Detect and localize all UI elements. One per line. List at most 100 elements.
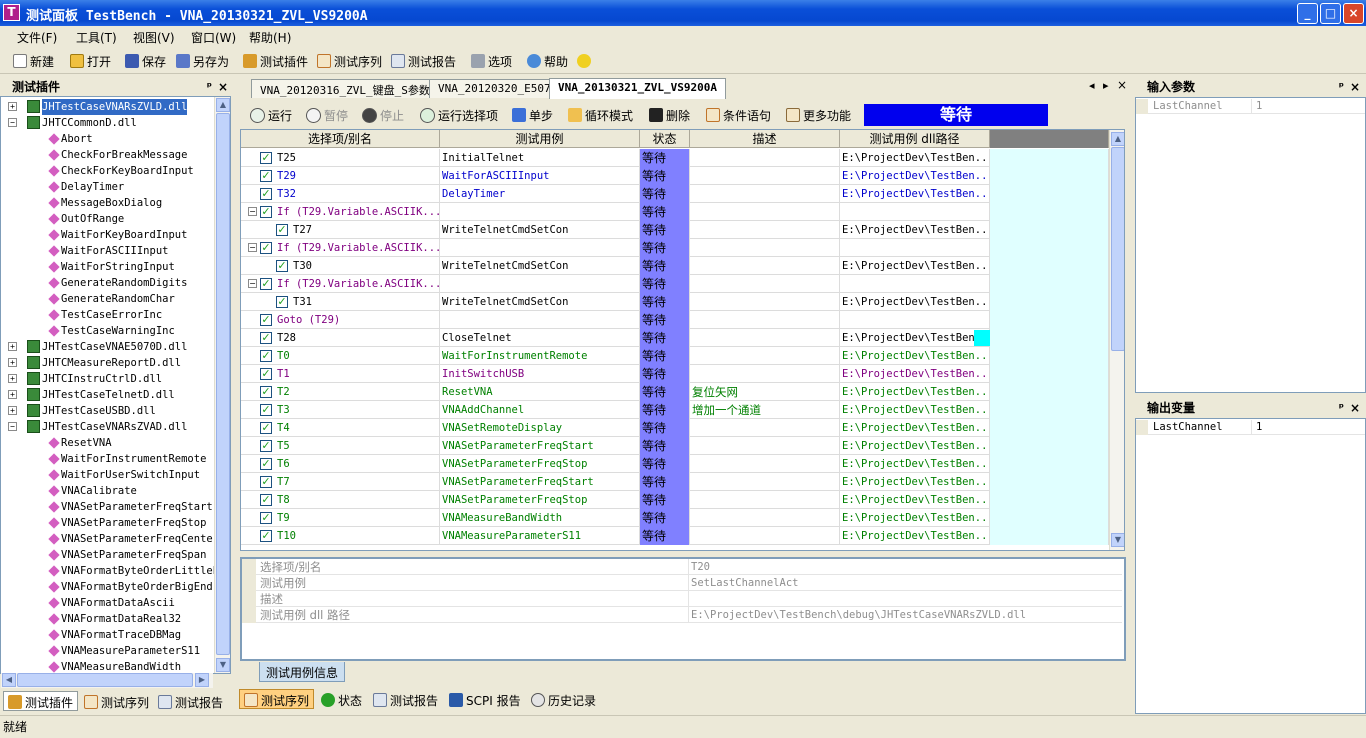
table-row[interactable]: ✓ T32 DelayTimer 等待 E:\ProjectDev\TestBen... (241, 185, 1109, 203)
doc-tab-3[interactable]: VNA_20130321_ZVL_VS9200A (549, 78, 726, 99)
close-button[interactable]: × (1343, 3, 1364, 24)
expand-icon[interactable]: + (8, 374, 17, 383)
row-checkbox[interactable]: ✓ (260, 332, 272, 344)
scroll-down-icon[interactable]: ▼ (216, 658, 230, 672)
grid-scroll-up-icon[interactable]: ▲ (1111, 132, 1124, 146)
tree-test-case-node[interactable]: VNAFormatByteOrderLittleE (1, 563, 219, 579)
tree-test-case-node[interactable]: TestCaseErrorInc (1, 307, 214, 323)
sequence-grid[interactable]: 选择项/别名 测试用例 状态 描述 测试用例 dll路径 ✓ T25 Initial… (240, 129, 1125, 551)
collapse-icon[interactable]: − (248, 243, 257, 252)
tree-test-case-node[interactable]: GenerateRandomChar (1, 291, 214, 307)
table-row[interactable]: ✓ T3 VNAAddChannel 等待 增加一个通道 E:\ProjectDev\Te… (241, 401, 1109, 419)
tree-test-case-node[interactable]: DelayTimer (1, 179, 214, 195)
loop-mode-button[interactable]: 循环模式 (568, 106, 633, 124)
test-plugin-button[interactable]: 测试插件 (243, 52, 308, 70)
tab-test-report-left[interactable]: 测试报告 (154, 691, 227, 711)
tree-test-case-node[interactable]: VNAMeasureParameterS11 (1, 643, 214, 659)
row-checkbox[interactable]: ✓ (260, 386, 272, 398)
run-button[interactable]: 运行 (250, 106, 292, 124)
grid-scroll-down-icon[interactable]: ▼ (1111, 533, 1124, 547)
tree-dll-node[interactable]: + JHTestCaseVNAE5070D.dll (1, 339, 214, 355)
column-test-case[interactable]: 测试用例 (440, 130, 640, 148)
tree-test-case-node[interactable]: VNAFormatTraceDBMag (1, 627, 214, 643)
open-button[interactable]: 打开 (70, 52, 111, 70)
table-row[interactable]: ✓ T31 WriteTelnetCmdSetCon 等待 E:\ProjectDev\… (241, 293, 1109, 311)
menu-help[interactable]: 帮助(H) (249, 29, 291, 46)
tree-test-case-node[interactable]: VNASetParameterFreqSpan (1, 547, 214, 563)
table-row[interactable]: ✓ T1 InitSwitchUSB 等待 E:\ProjectDev\TestBen.… (241, 365, 1109, 383)
table-row[interactable]: − ✓ If (T29.Variable.ASCIIK... 等待 (241, 239, 1109, 257)
expand-icon[interactable]: + (8, 358, 17, 367)
table-row[interactable]: ✓ T2 ResetVNA 等待 复位矢网 E:\ProjectDev\TestBen..… (241, 383, 1109, 401)
menu-tools[interactable]: 工具(T) (76, 29, 117, 46)
help-context-button[interactable] (577, 52, 594, 70)
table-row[interactable]: − ✓ If (T29.Variable.ASCIIK... 等待 (241, 203, 1109, 221)
menu-window[interactable]: 窗口(W) (191, 29, 236, 46)
table-row[interactable]: − ✓ If (T29.Variable.ASCIIK... 等待 (241, 275, 1109, 293)
new-button[interactable]: 新建 (13, 52, 54, 70)
plugin-tree[interactable]: + JHTestCaseVNARsZVLD.dll − JHTCCommonD.dll… (0, 96, 231, 674)
tree-dll-node[interactable]: − JHTestCaseVNARsZVAD.dll (1, 419, 214, 435)
run-selected-button[interactable]: 运行选择项 (420, 106, 498, 124)
table-row[interactable]: ✓ T4 VNASetRemoteDisplay 等待 E:\ProjectDev\Te… (241, 419, 1109, 437)
options-button[interactable]: 选项 (471, 52, 512, 70)
row-checkbox[interactable]: ✓ (276, 224, 288, 236)
h-scroll-thumb[interactable] (17, 673, 193, 687)
save-button[interactable]: 保存 (125, 52, 166, 70)
row-checkbox[interactable]: ✓ (276, 260, 288, 272)
single-step-button[interactable]: 单步 (512, 106, 553, 124)
pin-icon[interactable]: ᵖ (1339, 398, 1344, 418)
tree-test-case-node[interactable]: TestCaseWarningInc (1, 323, 214, 339)
tree-test-case-node[interactable]: WaitForKeyBoardInput (1, 227, 214, 243)
delete-button[interactable]: 删除 (649, 106, 690, 124)
test-sequence-button[interactable]: 测试序列 (317, 52, 382, 70)
row-checkbox[interactable]: ✓ (260, 458, 272, 470)
row-checkbox[interactable]: ✓ (260, 494, 272, 506)
menu-view[interactable]: 视图(V) (133, 29, 175, 46)
row-checkbox[interactable]: ✓ (260, 404, 272, 416)
tree-dll-node[interactable]: − JHTCCommonD.dll (1, 115, 214, 131)
expand-icon[interactable]: + (8, 390, 17, 399)
tab-close-icon[interactable]: × (1117, 78, 1127, 92)
grid-scroll-thumb[interactable] (1111, 147, 1124, 351)
pin-icon[interactable]: ᵖ (1339, 77, 1344, 97)
row-checkbox[interactable]: ✓ (260, 314, 272, 326)
grid-vertical-scrollbar[interactable]: ▲ ▼ (1109, 130, 1124, 550)
row-checkbox[interactable]: ✓ (260, 242, 272, 254)
tree-test-case-node[interactable]: VNAFormatByteOrderBigEnd (1, 579, 214, 595)
save-as-button[interactable]: 另存为 (176, 52, 229, 70)
column-alias[interactable]: 选择项/别名 (241, 130, 440, 148)
menu-file[interactable]: 文件(F) (17, 29, 57, 46)
tab-status[interactable]: 状态 (317, 689, 366, 709)
tab-next-icon[interactable]: ▸ (1103, 79, 1109, 92)
panel-close-icon[interactable]: × (218, 77, 228, 97)
table-row[interactable]: ✓ T8 VNASetParameterFreqStop 等待 E:\ProjectDe… (241, 491, 1109, 509)
panel-close-icon[interactable]: × (1350, 77, 1360, 97)
column-dll-path[interactable]: 测试用例 dll路径 (840, 130, 990, 148)
tab-test-sequence-left[interactable]: 测试序列 (80, 691, 153, 711)
tree-test-case-node[interactable]: VNAFormatDataAscii (1, 595, 214, 611)
scroll-right-icon[interactable]: ▶ (195, 673, 209, 687)
tab-prev-icon[interactable]: ◂ (1089, 79, 1095, 92)
tree-test-case-node[interactable]: CheckForBreakMessage (1, 147, 214, 163)
tab-test-plugin[interactable]: 测试插件 (3, 691, 79, 711)
scroll-left-icon[interactable]: ◀ (2, 673, 16, 687)
tab-scpi-report[interactable]: SCPI 报告 (445, 689, 525, 709)
tree-test-case-node[interactable]: GenerateRandomDigits (1, 275, 214, 291)
row-checkbox[interactable]: ✓ (260, 512, 272, 524)
collapse-icon[interactable]: − (8, 118, 17, 127)
scroll-up-icon[interactable]: ▲ (216, 98, 230, 112)
doc-tab-1[interactable]: VNA_20120316_ZVL_键盘_S参数 (251, 79, 439, 98)
tree-dll-node[interactable]: + JHTCInstruCtrlD.dll (1, 371, 214, 387)
collapse-icon[interactable]: − (8, 422, 17, 431)
row-checkbox[interactable]: ✓ (260, 188, 272, 200)
maximize-button[interactable]: □ (1320, 3, 1341, 24)
tree-test-case-node[interactable]: WaitForStringInput (1, 259, 214, 275)
collapse-icon[interactable]: − (248, 207, 257, 216)
tree-test-case-node[interactable]: WaitForASCIIInput (1, 243, 214, 259)
tree-test-case-node[interactable]: VNASetParameterFreqStart (1, 499, 214, 515)
tree-test-case-node[interactable]: Abort (1, 131, 214, 147)
tree-dll-node[interactable]: + JHTestCaseVNARsZVLD.dll (1, 99, 214, 115)
column-description[interactable]: 描述 (690, 130, 840, 148)
row-checkbox[interactable]: ✓ (260, 368, 272, 380)
